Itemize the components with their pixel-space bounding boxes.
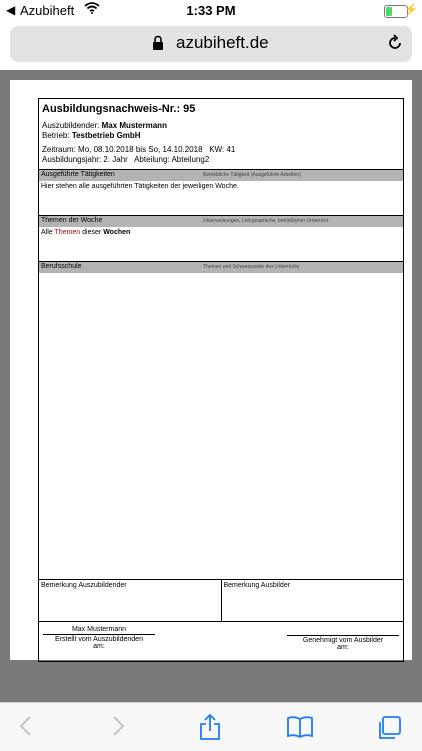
section-activities: Ausgeführte Tätigkeiten Betriebliche Tät… xyxy=(39,169,403,216)
company-name: Testbetrieb GmbH xyxy=(71,131,141,140)
share-icon[interactable] xyxy=(198,713,222,741)
company-line: Betrieb: Testbetrieb GmbH xyxy=(42,131,141,140)
signature-trainer: Genehmigt vom Ausbilder am: xyxy=(287,634,399,651)
section-school: Berufsschule Themen und Schwerpunkte des… xyxy=(39,261,403,580)
signature-line xyxy=(43,634,155,635)
address-bar[interactable]: azubiheft.de xyxy=(10,26,412,62)
period-value: Mo, 08.10.2018 bis So, 14.10.2018 xyxy=(78,145,203,154)
section-heading: Berufsschule xyxy=(41,263,82,270)
signature-trainee: Max Mustermann Erstellt vom Auszubildend… xyxy=(43,626,155,650)
year-line: Ausbildungsjahr: 2. Jahr Abteilung: Abte… xyxy=(42,155,210,164)
charging-icon: ⚡ xyxy=(404,4,418,16)
training-report: Ausbildungsnachweis-Nr.: 95 Auszubildend… xyxy=(38,98,404,662)
trainee-line: Auszubildender: Max Mustermann xyxy=(42,121,167,130)
chevron-right-icon[interactable] xyxy=(110,715,126,737)
section-subheading: Betriebliche Tätigkeit (Ausgeführte Arbe… xyxy=(203,172,301,178)
signature-row: Max Mustermann Erstellt vom Auszubildend… xyxy=(39,621,403,662)
section-subheading: Unterweisungen, Lehrgespräche, betriebli… xyxy=(203,218,329,224)
section-text: Hier stehen alle ausgeführten Tätigkeite… xyxy=(41,183,239,190)
status-bar: ◀ Azubiheft 1:33 PM ⚡ xyxy=(0,0,422,22)
department-value: Abteilung2 xyxy=(171,155,210,164)
clock: 1:33 PM xyxy=(186,3,236,18)
signature-line xyxy=(287,635,399,636)
remarks-row: Bemerkung Auszubildender Bemerkung Ausbi… xyxy=(39,579,403,622)
trainee-signature-name: Max Mustermann xyxy=(71,626,127,633)
year-value: 2. Jahr xyxy=(103,155,128,164)
chevron-left-icon[interactable] xyxy=(18,715,34,737)
section-heading: Themen der Woche xyxy=(41,217,103,224)
bookmarks-icon[interactable] xyxy=(286,715,314,739)
section-topics: Themen der Woche Unterweisungen, Lehrges… xyxy=(39,215,403,262)
section-text: Alle Themen dieser Wochen xyxy=(41,229,131,236)
period-line: Zeitraum: Mo, 08.10.2018 bis So, 14.10.2… xyxy=(42,145,236,154)
section-subheading: Themen und Schwerpunkte des Unterrichts xyxy=(203,264,300,270)
remark-trainer: Bemerkung Ausbilder xyxy=(223,582,291,589)
url-host: azubiheft.de xyxy=(176,33,269,52)
tabs-icon[interactable] xyxy=(376,715,402,741)
lock-icon xyxy=(153,35,163,50)
web-content[interactable]: Ausbildungsnachweis-Nr.: 95 Auszubildend… xyxy=(0,70,422,702)
section-heading: Ausgeführte Tätigkeiten xyxy=(41,171,115,178)
highlight-text: Themen xyxy=(54,229,81,236)
report-title: Ausbildungsnachweis-Nr.: 95 xyxy=(42,103,196,115)
remark-trainee: Bemerkung Auszubildender xyxy=(39,580,222,622)
document-page: Ausbildungsnachweis-Nr.: 95 Auszubildend… xyxy=(10,80,412,662)
reload-icon[interactable] xyxy=(386,34,404,52)
week-value: 41 xyxy=(226,145,236,154)
trainee-name: Max Mustermann xyxy=(101,121,167,130)
browser-toolbar xyxy=(0,702,422,751)
